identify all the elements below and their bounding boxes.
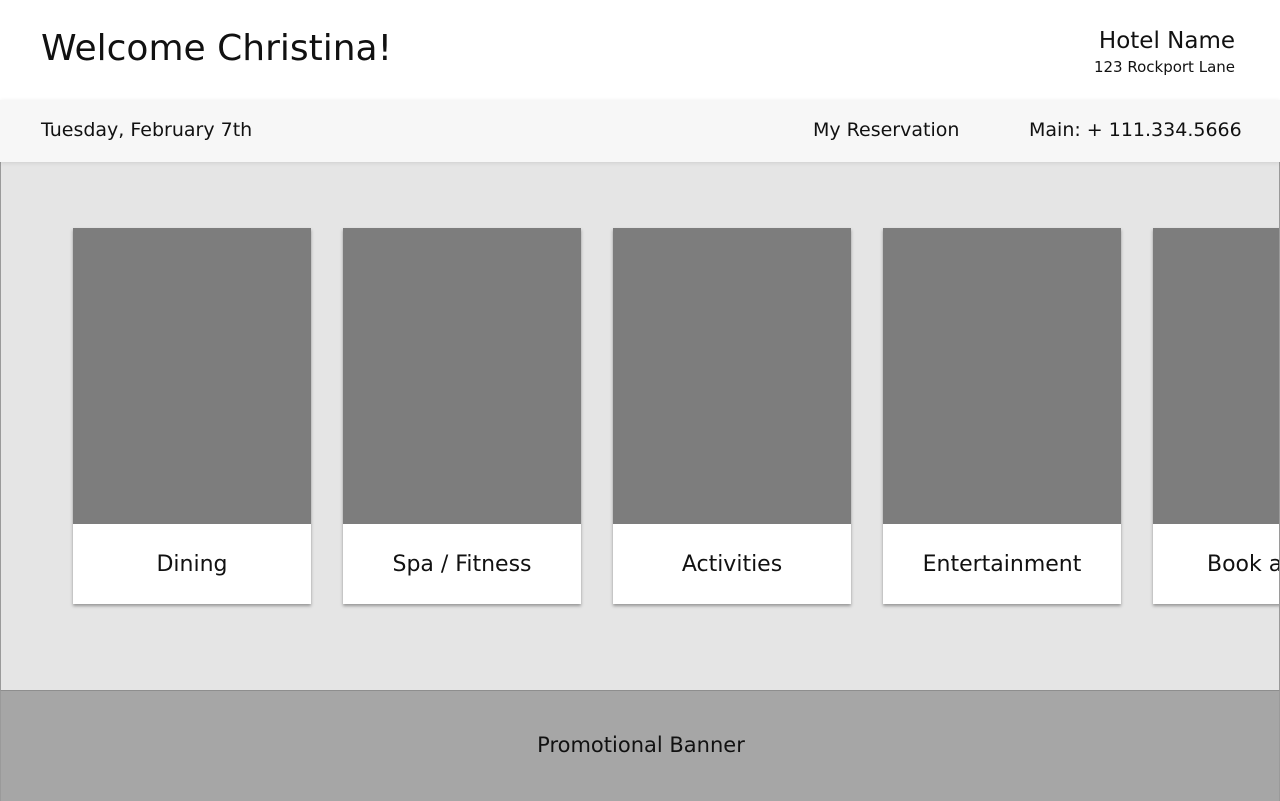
tile-image — [883, 228, 1121, 524]
my-reservation-link[interactable]: My Reservation — [813, 117, 959, 143]
tile-entertainment[interactable]: Entertainment — [883, 228, 1121, 604]
tile-image — [343, 228, 581, 524]
tile-image — [1153, 228, 1279, 524]
tile-label: Entertainment — [922, 551, 1082, 577]
tile-image — [73, 228, 311, 524]
tile-image — [613, 228, 851, 524]
tile-label: Activities — [681, 551, 783, 577]
hotel-name: Hotel Name — [1098, 28, 1235, 54]
promotional-banner[interactable]: Promotional Banner — [0, 690, 1280, 801]
hotel-address: 123 Rockport Lane — [1093, 58, 1235, 76]
tile-activities[interactable]: Activities — [613, 228, 851, 604]
welcome-message: Welcome Christina! — [41, 28, 393, 69]
tile-carousel[interactable]: Dining Spa / Fitness Activities Entertai… — [0, 162, 1280, 690]
hotel-info: Hotel Name 123 Rockport Lane — [1094, 26, 1235, 78]
main-phone: Main: + 111.334.5666 — [1029, 119, 1242, 141]
tile-label: Dining — [156, 551, 228, 577]
tile-dining[interactable]: Dining — [73, 228, 311, 604]
tile-label: Spa / Fitness — [392, 551, 532, 577]
tile-spa-fitness[interactable]: Spa / Fitness — [343, 228, 581, 604]
banner-label: Promotional Banner — [537, 733, 745, 757]
header: Welcome Christina! Hotel Name 123 Rockpo… — [0, 0, 1280, 100]
current-date: Tuesday, February 7th — [41, 119, 253, 141]
tile-book[interactable]: Book a — [1153, 228, 1280, 604]
info-bar: Tuesday, February 7th My Reservation Mai… — [0, 100, 1280, 162]
tile-label: Book a — [1207, 551, 1280, 577]
